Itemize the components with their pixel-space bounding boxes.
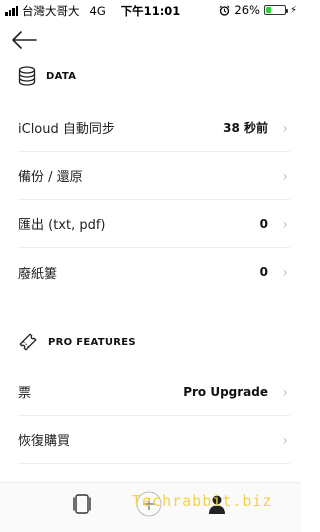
signal-icon [5,6,18,16]
section-header-data: DATA [18,66,76,86]
chevron-right-icon: › [282,217,288,233]
battery-icon [263,5,288,15]
row-label: 匯出 (txt, pdf) [18,218,106,233]
arrow-left-icon [12,31,37,49]
network-type: 4G [89,4,106,18]
tab-cards[interactable] [71,494,93,518]
row-icloud-sync[interactable]: iCloud 自動同步 38 秒前 › [18,104,290,152]
row-value: Pro Upgrade [183,384,268,399]
row-label: 恢復購買 [18,434,71,449]
chevron-right-icon: › [282,433,288,449]
row-backup-restore[interactable]: 備份 / 還原 › [18,152,290,200]
row-restore-purchase[interactable]: 恢復購買 › [18,416,290,464]
ticket-icon [19,333,37,351]
row-ticket[interactable]: 票 Pro Upgrade › [18,368,290,416]
chevron-right-icon: › [282,169,288,185]
carrier-name: 台灣大哥大 [22,4,80,18]
row-label: iCloud 自動同步 [18,122,115,137]
alarm-icon [219,5,230,16]
section-title: PRO FEATURES [48,336,136,348]
plus-circle-icon [136,491,162,517]
chevron-right-icon: › [282,121,288,137]
database-icon [18,66,36,86]
row-trash[interactable]: 廢紙簍 0 › [18,248,290,296]
row-export[interactable]: 匯出 (txt, pdf) 0 › [18,200,290,248]
battery-percentage: 26% [234,3,260,17]
section-header-pro-features: PRO FEATURES [18,332,136,352]
status-bar: 台灣大哥大 4G 下午11:01 26% ⚡ [0,0,301,20]
row-label: 票 [18,386,32,401]
person-icon [209,495,225,514]
row-label: 廢紙簍 [18,266,58,282]
section-title: DATA [46,70,77,82]
charging-icon: ⚡ [289,4,297,16]
chevron-right-icon: › [282,385,288,401]
row-value: 38 秒前 [223,121,268,135]
back-button[interactable] [11,30,37,50]
tab-profile[interactable] [207,494,227,518]
row-value: 0 [259,216,268,231]
row-label: 備份 / 還原 [18,170,83,185]
chevron-right-icon: › [282,265,288,281]
tab-add[interactable] [136,491,162,521]
cards-icon [73,494,91,514]
row-value: 0 [259,265,268,279]
